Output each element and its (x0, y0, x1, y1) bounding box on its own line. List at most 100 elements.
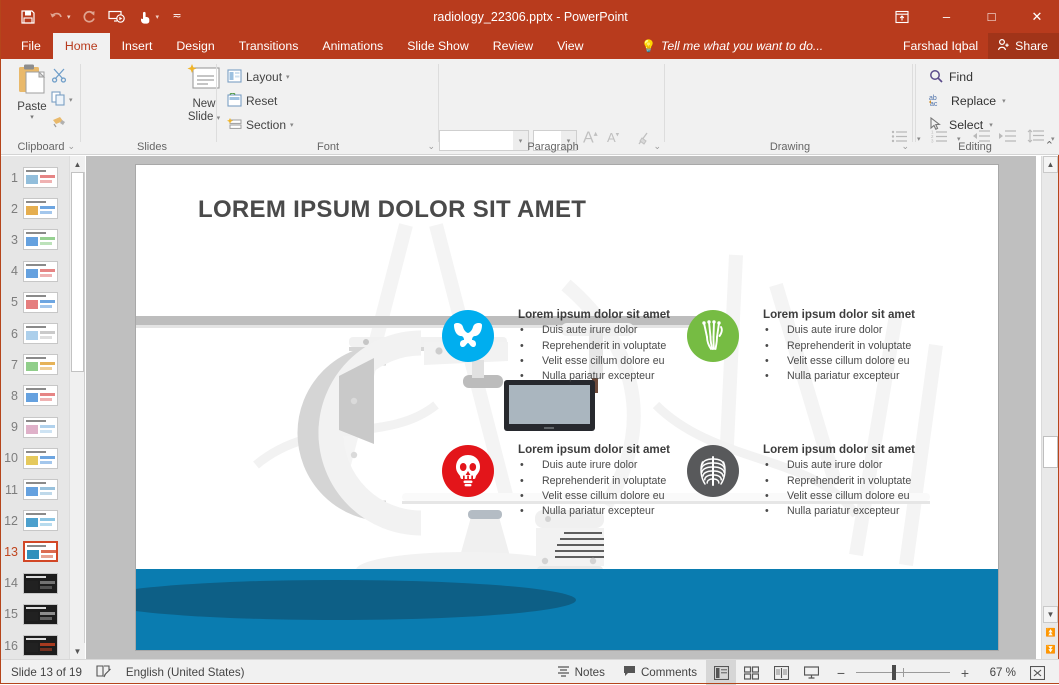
slide-thumbnail-4[interactable]: 4 (1, 256, 69, 287)
start-presentation-icon[interactable] (104, 5, 130, 29)
pelvis-bone-icon (442, 310, 494, 362)
slide-thumbnail-11[interactable]: 11 (1, 474, 69, 505)
slide-thumbnail-2[interactable]: 2 (1, 193, 69, 224)
undo-icon[interactable] (43, 5, 69, 29)
slide-thumbnail-preview[interactable] (23, 479, 58, 500)
scroll-up-icon[interactable]: ▲ (1043, 156, 1058, 173)
slide-counter[interactable]: Slide 13 of 19 (11, 666, 82, 679)
slide-thumbnail-preview[interactable] (23, 167, 58, 188)
find-button[interactable]: Find (929, 65, 1006, 89)
copy-dropdown-caret[interactable]: ▾ (69, 96, 73, 104)
slide-thumbnail-6[interactable]: 6 (1, 318, 69, 349)
font-dialog-launcher[interactable]: ⌄ (427, 141, 435, 152)
replace-button[interactable]: ab ac Replace ▾ (929, 89, 1006, 113)
notes-button[interactable]: Notes (548, 660, 614, 685)
select-caret[interactable]: ▾ (989, 121, 993, 129)
tab-file[interactable]: File (9, 33, 53, 59)
tell-me-search[interactable]: 💡 Tell me what you want to do... (641, 33, 823, 59)
tab-home[interactable]: Home (52, 33, 110, 59)
slide-thumbnail-preview[interactable] (23, 354, 58, 376)
slide-thumbnail-preview[interactable] (23, 541, 58, 563)
normal-view-button[interactable] (706, 660, 736, 685)
drawing-dialog-launcher[interactable]: ⌄ (901, 141, 909, 152)
slide-thumbnail-preview[interactable] (23, 635, 58, 656)
thumbnail-scroll-thumb[interactable] (71, 172, 84, 372)
slide-show-view-button[interactable] (796, 660, 826, 685)
minimize-button[interactable]: – (924, 0, 969, 33)
spell-check-icon[interactable] (96, 664, 112, 681)
thumbnail-scrollbar[interactable]: ▲ ▼ (69, 156, 85, 659)
paste-button[interactable]: Paste ▾ (9, 63, 55, 121)
slide-thumbnail-preview[interactable] (23, 198, 58, 220)
zoom-percentage[interactable]: 67 % (980, 666, 1022, 679)
zoom-slider-handle[interactable] (892, 665, 896, 680)
slide-thumbnail-1[interactable]: 1 (1, 162, 69, 193)
zoom-out-button[interactable]: − (826, 660, 856, 685)
user-name[interactable]: Farshad Iqbal (893, 39, 988, 53)
reading-view-button[interactable] (766, 660, 796, 685)
undo-dropdown-caret[interactable]: ▾ (67, 13, 74, 21)
slide-thumbnail-preview[interactable] (23, 323, 58, 344)
slide-sorter-view-button[interactable] (736, 660, 766, 685)
slide-thumbnail-14[interactable]: 14 (1, 568, 69, 599)
slide-thumbnail-10[interactable]: 10 (1, 443, 69, 474)
slide-thumbnail-preview[interactable] (23, 385, 58, 407)
slide-thumbnail-preview[interactable] (23, 447, 58, 469)
select-button[interactable]: Select ▾ (929, 113, 1006, 137)
slide-canvas-area[interactable]: LOREM IPSUM DOLOR SIT AMET Lorem ipsum d… (86, 156, 1036, 659)
slide-thumbnail-13[interactable]: 13 (1, 536, 69, 567)
maximize-button[interactable]: □ (969, 0, 1014, 33)
collapse-ribbon-button[interactable]: ⌃ (1045, 139, 1054, 152)
slide-thumbnail-3[interactable]: 3 (1, 224, 69, 255)
slide-thumbnail-pane[interactable]: 1 2 3 4 5 6 7 8 9 10 11 12 13 14 15 16 ▲ ▼ (1, 156, 85, 659)
close-button[interactable]: ✕ (1014, 0, 1059, 33)
next-slide-icon[interactable]: ⏬ (1043, 641, 1058, 658)
ribbon-display-options-icon[interactable] (879, 0, 924, 33)
zoom-slider[interactable] (856, 660, 950, 685)
slide-vertical-scrollbar[interactable]: ▲ ▼ ⏫ ⏬ (1041, 156, 1058, 659)
slide-thumbnail-16[interactable]: 16 (1, 630, 69, 661)
slide-thumbnail-preview[interactable] (23, 416, 58, 438)
tab-slide-show[interactable]: Slide Show (395, 33, 481, 59)
thumbnail-scroll-up-icon[interactable]: ▲ (70, 156, 85, 172)
thumbnail-scroll-down-icon[interactable]: ▼ (70, 643, 85, 659)
touch-mouse-mode-icon[interactable] (132, 5, 158, 29)
customize-quick-access-icon[interactable]: ≂ (164, 5, 190, 29)
slide-thumbnail-7[interactable]: 7 (1, 349, 69, 380)
tab-view[interactable]: View (545, 33, 595, 59)
tab-design[interactable]: Design (164, 33, 226, 59)
share-button[interactable]: Share (988, 33, 1059, 59)
tab-animations[interactable]: Animations (310, 33, 395, 59)
scroll-thumb[interactable] (1043, 436, 1058, 468)
slide-editing-surface[interactable]: LOREM IPSUM DOLOR SIT AMET Lorem ipsum d… (136, 165, 998, 650)
slide-thumbnail-preview[interactable] (23, 572, 58, 594)
slide-thumbnail-12[interactable]: 12 (1, 505, 69, 536)
previous-slide-icon[interactable]: ⏫ (1043, 624, 1058, 641)
fit-slide-to-window-icon[interactable] (1022, 660, 1052, 685)
redo-icon[interactable] (76, 5, 102, 29)
tab-transitions[interactable]: Transitions (227, 33, 311, 59)
slide-thumbnail-preview[interactable] (23, 291, 58, 313)
tab-review[interactable]: Review (481, 33, 545, 59)
tab-insert[interactable]: Insert (110, 33, 165, 59)
slide-thumbnail-preview[interactable] (23, 229, 58, 251)
paste-dropdown-caret[interactable]: ▾ (9, 113, 55, 121)
comments-button[interactable]: Comments (614, 660, 706, 685)
slide-thumbnail-preview[interactable] (23, 510, 58, 532)
paragraph-dialog-launcher[interactable]: ⌄ (653, 141, 661, 152)
scroll-down-icon[interactable]: ▼ (1043, 606, 1058, 623)
zoom-in-button[interactable]: + (950, 660, 980, 685)
slide-thumbnail-8[interactable]: 8 (1, 380, 69, 411)
replace-caret[interactable]: ▾ (1002, 97, 1006, 105)
save-icon[interactable] (15, 5, 41, 29)
touch-mode-dropdown-caret[interactable]: ▾ (156, 13, 163, 21)
content-block-4-heading: Lorem ipsum dolor sit amet (763, 443, 916, 456)
content-block-1-text: Lorem ipsum dolor sit amet Duis aute iru… (518, 308, 678, 385)
language-indicator[interactable]: English (United States) (126, 666, 245, 679)
clipboard-dialog-launcher[interactable]: ⌄ (67, 141, 75, 152)
slide-thumbnail-9[interactable]: 9 (1, 412, 69, 443)
slide-thumbnail-5[interactable]: 5 (1, 287, 69, 318)
slide-thumbnail-preview[interactable] (23, 603, 58, 625)
slide-thumbnail-preview[interactable] (23, 260, 58, 282)
slide-thumbnail-15[interactable]: 15 (1, 599, 69, 630)
